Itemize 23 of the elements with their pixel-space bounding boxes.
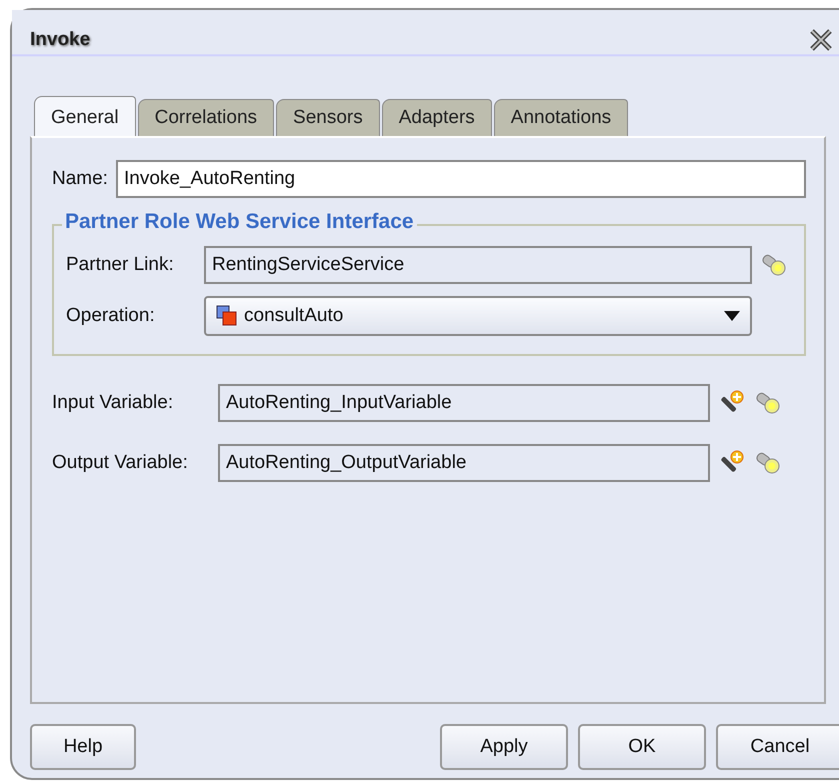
tab[interactable]: Annotations bbox=[494, 99, 628, 136]
dialog-button[interactable]: Help bbox=[30, 724, 136, 770]
field-label: Input Variable: bbox=[52, 392, 174, 414]
field-label: Output Variable: bbox=[52, 452, 189, 474]
tab[interactable]: Correlations bbox=[138, 99, 274, 136]
tab[interactable]: Adapters bbox=[382, 99, 492, 136]
operation-dropdown[interactable]: consultAuto bbox=[204, 296, 752, 336]
partner-link-field[interactable]: RentingServiceService bbox=[204, 246, 752, 284]
variable-field[interactable]: AutoRenting_InputVariable bbox=[218, 384, 710, 422]
dialog-button[interactable]: OK bbox=[578, 724, 706, 770]
close-icon[interactable] bbox=[808, 28, 834, 52]
operation-icon bbox=[216, 305, 238, 327]
window-title: Invoke bbox=[30, 29, 90, 51]
dropdown-arrow-icon bbox=[724, 311, 740, 321]
tab[interactable]: General bbox=[34, 96, 136, 136]
tab[interactable]: Sensors bbox=[276, 99, 380, 136]
dialog-button[interactable]: Apply bbox=[440, 724, 568, 770]
field-label: Operation: bbox=[66, 305, 156, 327]
field-label: Partner Link: bbox=[66, 254, 175, 276]
name-field[interactable]: Invoke_AutoRenting bbox=[116, 160, 806, 198]
variable-field[interactable]: AutoRenting_OutputVariable bbox=[218, 444, 710, 482]
dialog-button[interactable]: Cancel bbox=[716, 724, 839, 770]
field-label: Name: bbox=[52, 168, 108, 190]
